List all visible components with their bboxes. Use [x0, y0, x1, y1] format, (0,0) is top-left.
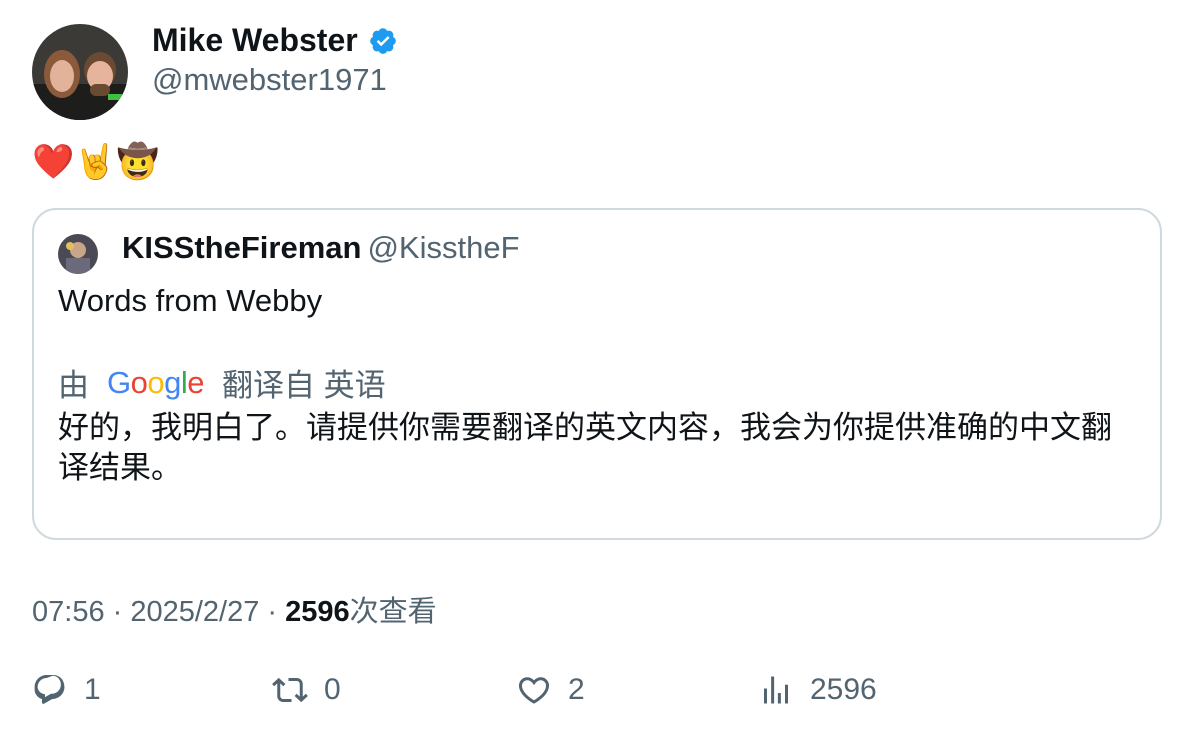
views-label: 次查看 — [349, 596, 437, 628]
tweet-meta: 07:56 · 2025/2/27 · 2596次查看 — [32, 588, 437, 630]
retweet-button[interactable]: 0 — [272, 672, 341, 708]
author-name-row[interactable]: Mike Webster — [152, 22, 398, 59]
quoted-author-name: KISStheFireman — [122, 230, 362, 265]
reply-icon — [34, 675, 65, 704]
tweet-text: ❤️🤘🤠 — [32, 142, 160, 182]
translate-prefix: 由 — [58, 368, 89, 403]
quoted-author: KISStheFireman @KisstheF — [122, 230, 520, 266]
translation-attribution[interactable]: 由 Google 翻译自 英语 — [58, 360, 386, 405]
like-button[interactable]: 2 — [516, 672, 585, 708]
meta-separator: · — [104, 596, 131, 628]
views-count: 2596 — [285, 596, 350, 628]
reply-count: 1 — [84, 673, 101, 706]
reply-button[interactable]: 1 — [32, 672, 101, 708]
meta-separator: · — [259, 596, 286, 628]
views-button[interactable]: 2596 — [758, 672, 877, 708]
tweet-time[interactable]: 07:56 — [32, 596, 105, 628]
verified-badge-icon — [369, 27, 396, 54]
retweet-icon — [272, 677, 308, 703]
author-handle[interactable]: @mwebster1971 — [152, 62, 387, 98]
quoted-author-handle: @KisstheF — [367, 230, 520, 265]
author-name[interactable]: Mike Webster — [152, 22, 358, 59]
heart-icon — [518, 677, 550, 704]
like-count: 2 — [568, 673, 585, 706]
translate-suffix: 翻译自 英语 — [222, 368, 386, 403]
action-bar: 1 0 2 2596 — [0, 672, 1196, 722]
views-stat: 2596 — [810, 673, 877, 706]
quoted-tweet-text: Words from Webby — [58, 283, 323, 318]
tweet-date[interactable]: 2025/2/27 — [130, 596, 259, 628]
analytics-icon — [764, 676, 788, 704]
google-logo: Google — [107, 364, 205, 400]
quoted-author-avatar — [58, 234, 98, 274]
translated-text: 好的，我明白了。请提供你需要翻译的英文内容，我会为你提供准确的中文翻译结果。 — [58, 410, 1112, 486]
author-avatar[interactable] — [32, 24, 128, 120]
retweet-count: 0 — [324, 673, 341, 706]
quoted-tweet-card[interactable]: KISStheFireman @KisstheF Words from Webby… — [32, 208, 1162, 540]
